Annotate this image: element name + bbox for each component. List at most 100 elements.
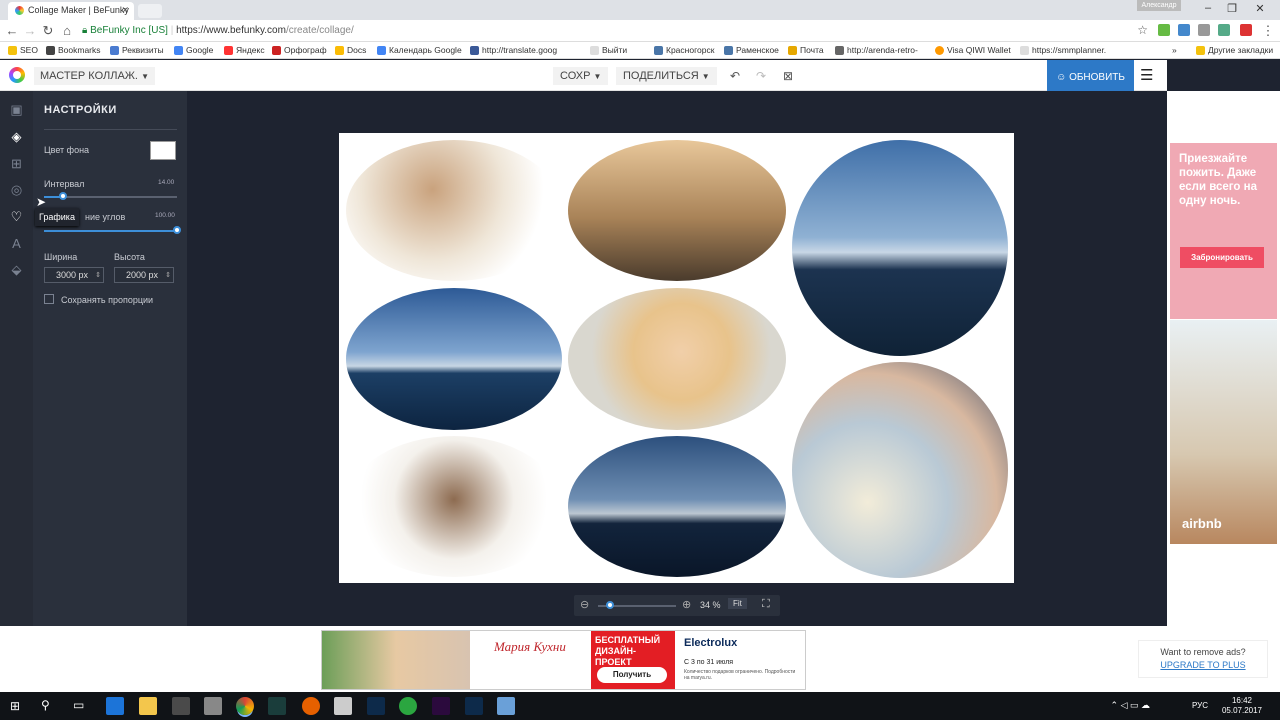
- corner-rounding-slider-handle[interactable]: [173, 226, 181, 234]
- firefox-icon[interactable]: [302, 697, 320, 715]
- bookmark-item[interactable]: Реквизиты: [110, 45, 164, 55]
- bookmark-item[interactable]: http://arenda-retro-: [835, 45, 918, 55]
- minimize-icon[interactable]: –: [1198, 2, 1218, 14]
- banner-ad[interactable]: Мария Кухни БЕСПЛАТНЫЙ ДИЗАЙН-ПРОЕКТ Пол…: [321, 630, 806, 690]
- app-icon[interactable]: [399, 697, 417, 715]
- extension-icon[interactable]: [1218, 24, 1230, 36]
- fullscreen-icon[interactable]: ⛶: [762, 598, 770, 611]
- premiere-icon[interactable]: [432, 697, 450, 715]
- bucket-icon[interactable]: ⬙: [8, 261, 25, 278]
- extension-icon[interactable]: [1158, 24, 1170, 36]
- windows-start-icon[interactable]: ⊞: [10, 699, 20, 713]
- height-input[interactable]: 2000 px ⇕: [114, 267, 174, 283]
- bookmark-item[interactable]: Красногорск: [654, 45, 714, 55]
- browser-tab[interactable]: Collage Maker | BeFunky ✕: [8, 2, 134, 20]
- search-icon[interactable]: ⚲: [41, 698, 50, 712]
- text-icon[interactable]: A: [8, 235, 25, 252]
- bookmark-item-other[interactable]: Другие закладки: [1196, 45, 1273, 55]
- bookmark-item[interactable]: SEO: [8, 45, 38, 55]
- photo-yacht-sunset[interactable]: [792, 140, 1008, 356]
- close-tab-icon[interactable]: ✕: [121, 5, 129, 16]
- bookmark-item[interactable]: Почта: [788, 45, 824, 55]
- new-tab-button[interactable]: [138, 4, 162, 18]
- back-icon[interactable]: ←: [4, 23, 20, 38]
- bookmark-item[interactable]: http://translate.goog: [470, 45, 557, 55]
- bookmark-item[interactable]: Календарь Google: [377, 45, 462, 55]
- side-ad[interactable]: Приезжайте пожить. Даже если всего на од…: [1167, 91, 1280, 626]
- bookmark-item[interactable]: Яндекс: [224, 45, 265, 55]
- bookmarks-overflow-icon[interactable]: »: [1172, 45, 1177, 55]
- forward-icon[interactable]: →: [22, 23, 38, 38]
- redo-icon[interactable]: ↷: [752, 67, 770, 85]
- language-indicator[interactable]: РУС: [1192, 701, 1208, 710]
- width-input[interactable]: 3000 px ⇕: [44, 267, 104, 283]
- task-view-icon[interactable]: ▭: [73, 698, 84, 712]
- bookmark-item[interactable]: Орфограф: [272, 45, 327, 55]
- keep-proportions-checkbox[interactable]: [44, 294, 54, 304]
- edge-icon[interactable]: [106, 697, 124, 715]
- bookmark-star-icon[interactable]: ☆: [1137, 23, 1148, 37]
- tray-icons[interactable]: ⌃ ◁ ▭ ☁: [1111, 700, 1150, 711]
- upgrade-plus-link[interactable]: UPGRADE TO PLUS: [1139, 660, 1267, 670]
- share-button[interactable]: ПОДЕЛИТЬСЯ ▼: [616, 67, 717, 85]
- airbnb-ad-image[interactable]: airbnb: [1170, 320, 1277, 544]
- close-icon[interactable]: ⊠: [779, 67, 797, 85]
- clock[interactable]: 16:42 05.07.2017: [1222, 696, 1262, 716]
- corner-rounding-slider[interactable]: [44, 230, 177, 232]
- bookmark-item[interactable]: Google: [174, 45, 213, 55]
- bookmark-item[interactable]: Раменское: [724, 45, 779, 55]
- photo-man-sunglasses[interactable]: [346, 140, 562, 281]
- airbnb-ad-top[interactable]: Приезжайте пожить. Даже если всего на од…: [1170, 143, 1277, 319]
- photo-smiling-woman[interactable]: [568, 288, 786, 430]
- spacing-slider-handle[interactable]: [59, 192, 67, 200]
- get-button[interactable]: Получить: [597, 667, 667, 683]
- undo-icon[interactable]: ↶: [726, 67, 744, 85]
- app-icon[interactable]: [497, 697, 515, 715]
- bookmark-item[interactable]: Выйти: [590, 45, 627, 55]
- reload-icon[interactable]: ↻: [40, 23, 56, 39]
- audition-icon[interactable]: [268, 697, 286, 715]
- photo-couple-yacht[interactable]: [568, 140, 786, 281]
- upgrade-button[interactable]: ☺ ОБНОВИТЬ: [1047, 60, 1134, 93]
- collage-canvas[interactable]: [339, 133, 1014, 583]
- explorer-icon[interactable]: [139, 697, 157, 715]
- photo-yacht-evening[interactable]: [568, 436, 786, 577]
- hamburger-menu-icon[interactable]: ☰: [1140, 66, 1153, 84]
- store-icon[interactable]: [172, 697, 190, 715]
- stepper-icon[interactable]: ⇕: [95, 268, 101, 283]
- bookmark-item[interactable]: https://smmplanner.: [1020, 45, 1106, 55]
- app-icon[interactable]: [334, 697, 352, 715]
- chrome-menu-icon[interactable]: ⋮: [1260, 23, 1276, 39]
- profile-name[interactable]: Александр: [1137, 0, 1181, 11]
- book-now-button[interactable]: Забронировать: [1180, 247, 1264, 268]
- mode-dropdown[interactable]: МАСТЕР КОЛЛАЖ. ▼: [34, 67, 155, 85]
- mail-icon[interactable]: [204, 697, 222, 715]
- bookmark-item[interactable]: Docs: [335, 45, 366, 55]
- zoom-slider-handle[interactable]: [606, 601, 614, 609]
- stepper-icon[interactable]: ⇕: [165, 268, 171, 283]
- save-button[interactable]: СОХР ▼: [553, 67, 609, 85]
- chrome-icon[interactable]: [236, 697, 254, 715]
- photo-bouquet-hands[interactable]: [792, 362, 1008, 578]
- home-icon[interactable]: ⌂: [59, 23, 75, 38]
- photo-sailboat-sea[interactable]: [346, 288, 562, 430]
- close-window-icon[interactable]: ✕: [1250, 2, 1270, 15]
- image-manager-icon[interactable]: ▣: [8, 101, 25, 118]
- fit-button[interactable]: Fit: [728, 598, 747, 609]
- photoshop-icon[interactable]: [465, 697, 483, 715]
- zoom-in-icon[interactable]: ⊕: [682, 598, 691, 611]
- address-input[interactable]: 🔒︎ BeFunky Inc [US] | https://www.befunk…: [82, 22, 1152, 39]
- zoom-out-icon[interactable]: ⊖: [580, 598, 589, 611]
- heart-graphics-icon[interactable]: ♡: [8, 208, 25, 225]
- bookmark-item[interactable]: Visa QIWI Wallet: [935, 45, 1011, 55]
- layouts-grid-icon[interactable]: ⊞: [8, 155, 25, 172]
- restore-icon[interactable]: ❐: [1222, 2, 1242, 15]
- bookmark-item[interactable]: Bookmarks: [46, 45, 101, 55]
- photoshop-icon[interactable]: [367, 697, 385, 715]
- paint-bucket-icon[interactable]: ◈: [8, 128, 25, 145]
- extension-icon[interactable]: [1178, 24, 1190, 36]
- extension-icon[interactable]: [1240, 24, 1252, 36]
- extension-icon[interactable]: [1198, 24, 1210, 36]
- photo-man-sailing[interactable]: [346, 436, 562, 577]
- circle-target-icon[interactable]: ◎: [8, 181, 25, 198]
